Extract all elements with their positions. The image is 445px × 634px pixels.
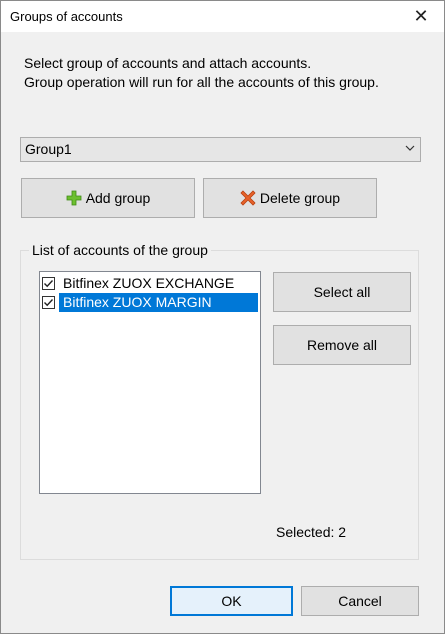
plus-icon [66,190,82,206]
add-group-button[interactable]: Add group [21,178,195,218]
description: Select group of accounts and attach acco… [24,54,379,92]
select-all-button[interactable]: Select all [273,272,411,312]
remove-all-button[interactable]: Remove all [273,325,411,365]
account-checkbox[interactable] [42,277,55,290]
account-checkbox[interactable] [42,296,55,309]
ok-label: OK [221,593,242,609]
group-select-value: Group1 [25,141,72,157]
accounts-groupbox-label: List of accounts of the group [29,242,211,258]
window-title: Groups of accounts [10,9,123,24]
close-button[interactable]: ✕ [398,1,444,32]
description-line-2: Group operation will run for all the acc… [24,74,379,90]
delete-group-label: Delete group [259,190,341,206]
list-item[interactable]: Bitfinex ZUOX EXCHANGE [41,274,237,293]
description-line-1: Select group of accounts and attach acco… [24,55,312,71]
remove-all-label: Remove all [306,337,378,353]
delete-group-button[interactable]: Delete group [203,178,377,218]
add-group-label: Add group [85,190,151,206]
list-item[interactable]: Bitfinex ZUOX MARGIN [41,293,258,312]
accounts-listbox[interactable]: Bitfinex ZUOX EXCHANGE Bitfinex ZUOX MAR… [39,271,261,494]
group-select[interactable]: Group1 [20,137,421,162]
close-icon: ✕ [413,6,429,26]
check-icon [44,299,54,307]
account-label: Bitfinex ZUOX MARGIN [59,293,258,312]
check-icon [44,280,54,288]
cancel-button[interactable]: Cancel [301,586,419,616]
select-all-label: Select all [313,284,371,300]
selected-count: Selected: 2 [276,524,347,540]
chevron-down-icon [405,145,415,151]
title-bar[interactable]: Groups of accounts ✕ [1,1,444,32]
ok-button[interactable]: OK [170,586,293,616]
cancel-label: Cancel [338,593,382,609]
delete-x-icon [240,190,256,206]
account-label: Bitfinex ZUOX EXCHANGE [63,275,235,291]
